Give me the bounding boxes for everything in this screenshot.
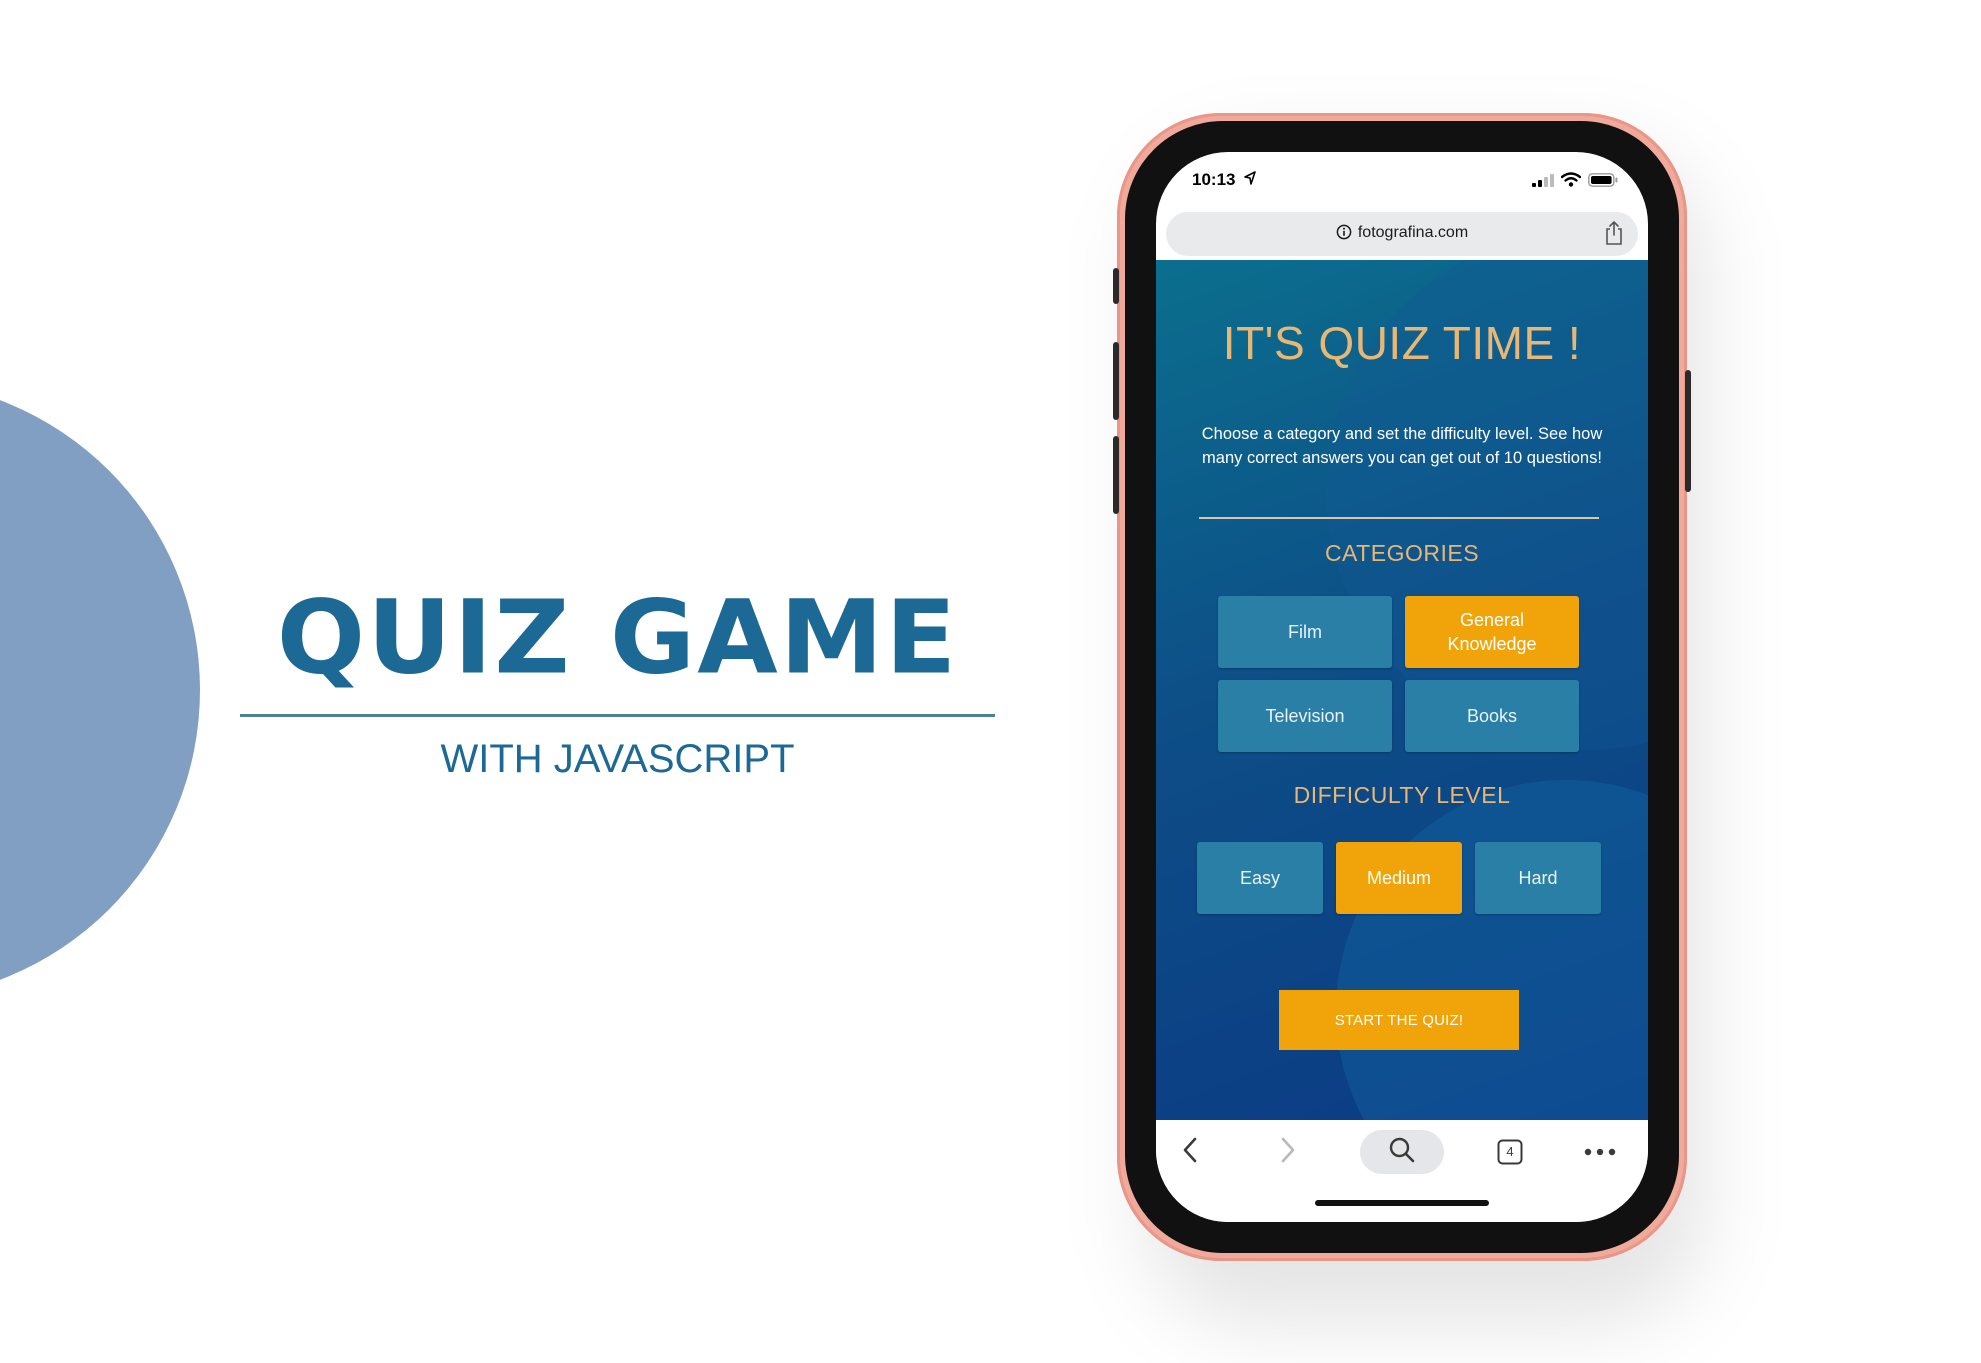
hero-divider bbox=[240, 714, 995, 717]
tab-count: 4 bbox=[1506, 1144, 1514, 1159]
difficulty-label: Medium bbox=[1366, 868, 1432, 888]
phone-mute-switch bbox=[1113, 268, 1119, 304]
category-label: General Knowledge bbox=[1447, 610, 1537, 654]
hero-title: QUIZ GAME bbox=[276, 577, 959, 697]
forward-icon bbox=[1281, 1137, 1295, 1168]
location-arrow-icon bbox=[1244, 171, 1256, 190]
address-bar[interactable]: fotografina.com bbox=[1166, 212, 1638, 256]
hero-subtitle: WITH JAVASCRIPT bbox=[440, 737, 795, 781]
background-shape bbox=[1336, 780, 1648, 1120]
category-label: Television bbox=[1265, 706, 1345, 726]
home-indicator bbox=[1315, 1200, 1489, 1206]
canvas: QUIZ GAME WITH JAVASCRIPT 10:13 fotograf… bbox=[0, 0, 1981, 1363]
status-time: 10:13 bbox=[1192, 170, 1236, 189]
quiz-intro: Choose a category and set the difficulty… bbox=[1201, 425, 1603, 467]
more-button[interactable] bbox=[1580, 1130, 1620, 1174]
forward-button[interactable] bbox=[1268, 1130, 1308, 1174]
category-television-button[interactable]: Television bbox=[1218, 680, 1392, 752]
difficulty-label: Hard bbox=[1518, 868, 1558, 888]
category-film-button[interactable]: Film bbox=[1218, 596, 1392, 668]
tabs-icon: 4 bbox=[1497, 1139, 1523, 1165]
categories-heading: CATEGORIES bbox=[1324, 540, 1480, 566]
difficulty-medium-button[interactable]: Medium bbox=[1336, 842, 1462, 914]
phone-power-button bbox=[1685, 370, 1691, 492]
address-bar-content: fotografina.com bbox=[1166, 224, 1638, 245]
wifi-icon bbox=[1560, 172, 1582, 192]
search-button[interactable] bbox=[1360, 1130, 1444, 1174]
status-bar: 10:13 bbox=[1156, 152, 1648, 208]
status-icons bbox=[1532, 172, 1618, 192]
signal-icon bbox=[1532, 173, 1554, 192]
back-button[interactable] bbox=[1170, 1130, 1210, 1174]
quiz-app: IT'S QUIZ TIME ! Choose a category and s… bbox=[1156, 260, 1648, 1120]
info-icon bbox=[1336, 224, 1352, 245]
category-books-button[interactable]: Books bbox=[1405, 680, 1579, 752]
decorative-circle bbox=[0, 380, 200, 1000]
difficulty-hard-button[interactable]: Hard bbox=[1475, 842, 1601, 914]
hero-title-block: QUIZ GAME WITH JAVASCRIPT bbox=[240, 575, 995, 783]
browser-toolbar: 4 bbox=[1156, 1120, 1648, 1222]
quiz-title: IT'S QUIZ TIME ! bbox=[1222, 317, 1582, 369]
difficulty-label: Easy bbox=[1239, 868, 1281, 888]
share-icon[interactable] bbox=[1604, 220, 1624, 251]
difficulty-easy-button[interactable]: Easy bbox=[1197, 842, 1323, 914]
quiz-divider bbox=[1199, 517, 1599, 519]
phone-volume-up-button bbox=[1113, 342, 1119, 420]
back-icon bbox=[1183, 1137, 1197, 1168]
start-quiz-button[interactable]: START THE QUIZ! bbox=[1279, 990, 1519, 1050]
category-general-knowledge-button[interactable]: General Knowledge bbox=[1405, 596, 1579, 668]
battery-icon bbox=[1588, 172, 1618, 192]
difficulty-heading: DIFFICULTY LEVEL bbox=[1293, 782, 1511, 808]
phone-screen: 10:13 fotografina.com IT'S QUIZ TIME ! C… bbox=[1156, 152, 1648, 1222]
url-text: fotografina.com bbox=[1357, 224, 1469, 241]
start-quiz-label: START THE QUIZ! bbox=[1334, 1011, 1464, 1029]
category-label: Books bbox=[1466, 706, 1518, 726]
phone-volume-down-button bbox=[1113, 436, 1119, 514]
more-icon bbox=[1584, 1143, 1616, 1161]
category-label: Film bbox=[1288, 622, 1322, 642]
search-icon bbox=[1388, 1136, 1416, 1169]
tabs-button[interactable]: 4 bbox=[1490, 1130, 1530, 1174]
